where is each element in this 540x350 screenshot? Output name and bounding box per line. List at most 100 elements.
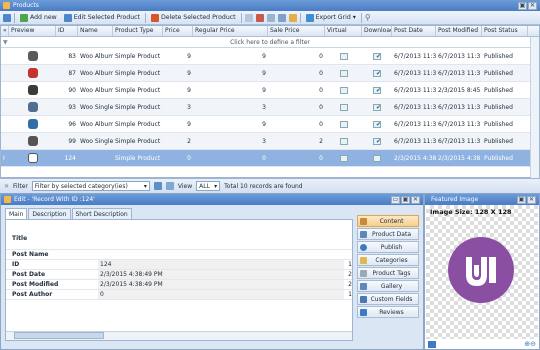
filter-hint: Click here to define a filter [230, 38, 310, 46]
post-author-value[interactable]: 0 [98, 290, 344, 299]
grid-vertical-scrollbar[interactable] [530, 37, 539, 178]
virtual-checkbox[interactable] [325, 86, 362, 94]
close-filter-icon[interactable]: ✕ [4, 183, 9, 190]
close-button[interactable]: ✕ [528, 1, 537, 10]
toolbar-separator [144, 12, 146, 23]
virtual-checkbox[interactable] [325, 137, 362, 145]
cell-post-status: Published [484, 120, 513, 128]
view-combo[interactable]: ALL ▾ [196, 181, 221, 191]
product-tags-section-button[interactable]: Product Tags [357, 267, 419, 279]
add-new-button[interactable]: Add new [18, 12, 59, 23]
col-regular-price[interactable]: Regular Price [193, 26, 268, 36]
grid-header: « Preview ID Name Product Type Price Reg… [1, 26, 539, 37]
clear-filter-icon[interactable] [165, 182, 174, 190]
featured-title: Featured Image [431, 196, 479, 203]
categories-section-button[interactable]: Categories [357, 254, 419, 266]
publish-section-button[interactable]: Publish [357, 241, 419, 253]
cell-price: 9 [187, 69, 191, 77]
checkbox-icon [373, 69, 381, 77]
cell-price: 3 [187, 103, 191, 111]
post-modified-value[interactable]: 2/3/2015 4:38:49 PM [98, 280, 344, 289]
virtual-checkbox[interactable] [325, 103, 362, 111]
downloadable-checkbox[interactable] [362, 103, 392, 111]
cell-post-date: 6/7/2013 11:3 [394, 103, 436, 111]
downloadable-checkbox[interactable] [362, 120, 392, 128]
edit-horizontal-scrollbar[interactable] [6, 331, 352, 340]
filter-icon[interactable] [277, 13, 286, 22]
product-data-section-button[interactable]: Product Data [357, 228, 419, 240]
virtual-checkbox[interactable] [325, 69, 362, 77]
col-preview[interactable]: Preview [9, 26, 56, 36]
table-row[interactable]: I 124 Simple Product 0 0 0 2/3/2015 4:38 2/3/20… [1, 150, 539, 167]
export-icon [305, 13, 314, 22]
col-id[interactable]: ID [56, 26, 78, 36]
pin-button[interactable]: ▭ [391, 195, 400, 204]
col-name[interactable]: Name [78, 26, 113, 36]
table-row[interactable]: 96 Woo AlbumSimple Product 9 9 0 6/7/2013 11:… [1, 116, 539, 133]
cell-name: Woo Single [80, 137, 113, 145]
reviews-section-button[interactable]: Reviews [357, 306, 419, 318]
apply-filter-icon[interactable] [153, 182, 162, 190]
custom-fields-section-button[interactable]: Custom Fields [357, 293, 419, 305]
content-section-button[interactable]: Content [357, 215, 419, 227]
cell-id: 83 [68, 52, 76, 60]
virtual-checkbox[interactable] [325, 52, 362, 60]
image-canvas[interactable]: Image Size: 128 X 128 [426, 205, 538, 339]
downloadable-checkbox[interactable] [362, 52, 392, 60]
filter-row[interactable]: ▼ Click here to define a filter [1, 37, 539, 48]
table-row[interactable]: 93 Woo SingleSimple Product 3 3 0 6/7/2013 11… [1, 99, 539, 116]
cell-sale-price: 0 [319, 154, 323, 162]
reviews-icon [360, 308, 367, 316]
view-value: ALL [199, 182, 210, 190]
restore-button[interactable]: ▣ [518, 1, 527, 10]
table-row[interactable]: 87 Woo AlbumSimple Product 9 9 0 6/7/2013 11:… [1, 65, 539, 82]
delete-selected-button[interactable]: Delete Selected Product [149, 12, 238, 23]
filter-add-icon[interactable] [255, 13, 264, 22]
table-row[interactable]: 90Woo AlbumSimple Product9906/7/2013 11:… [1, 82, 539, 99]
virtual-checkbox[interactable] [325, 154, 362, 162]
gallery-section-button[interactable]: Gallery [357, 280, 419, 292]
downloadable-checkbox[interactable] [362, 154, 392, 162]
close-button[interactable]: ✕ [411, 195, 420, 204]
downloadable-checkbox[interactable] [362, 137, 392, 145]
col-price[interactable]: Price [163, 26, 193, 36]
zoom-icon[interactable]: ⊕⊖ [524, 340, 536, 348]
checkbox-icon [373, 86, 381, 94]
search-icon[interactable]: ⚲ [365, 13, 371, 22]
col-sale-price[interactable]: Sale Price [268, 26, 325, 36]
header-indicator: « [1, 26, 9, 36]
checkbox-icon [373, 137, 381, 145]
category-filter-combo[interactable]: Filter by selected category(ies) ▾ [31, 181, 150, 191]
edit-selected-button[interactable]: Edit Selected Product [62, 12, 142, 23]
downloadable-checkbox[interactable] [362, 69, 392, 77]
field-label: Post Name [12, 251, 49, 258]
col-product-type[interactable]: Product Type [113, 26, 163, 36]
columns-icon[interactable] [244, 13, 253, 22]
refresh-icon[interactable] [3, 13, 11, 22]
downloadable-checkbox[interactable] [362, 86, 392, 94]
col-post-date[interactable]: Post Date [392, 26, 436, 36]
maximize-button[interactable]: ▣ [401, 195, 410, 204]
cell-regular-price: 9 [262, 69, 266, 77]
cell-post-status: Published [484, 52, 513, 60]
table-row[interactable]: 83 Woo AlbumSimple Product 9 9 0 6/7/2013 11:… [1, 48, 539, 65]
virtual-checkbox[interactable] [325, 120, 362, 128]
post-date-value[interactable]: 2/3/2015 4:38:49 PM [98, 270, 344, 279]
close-button[interactable]: ✕ [527, 195, 536, 204]
table-row[interactable]: 99 Woo SingleSimple Product 2 3 2 6/7/2013 11… [1, 133, 539, 150]
post-name-input[interactable] [98, 250, 352, 259]
title-input[interactable] [98, 234, 352, 243]
grid-icon[interactable] [266, 13, 275, 22]
col-post-status[interactable]: Post Status [482, 26, 528, 36]
col-post-modified[interactable]: Post Modified [436, 26, 482, 36]
edit-selected-label: Edit Selected Product [73, 14, 140, 21]
funnel-icon[interactable] [288, 13, 297, 22]
maximize-button[interactable]: ▣ [517, 195, 526, 204]
export-grid-button[interactable]: Export Grid ▾ [304, 12, 358, 23]
view-label: View [177, 182, 193, 190]
col-download[interactable]: Downloac [362, 26, 392, 36]
chevron-down-icon: ▾ [143, 182, 147, 190]
cell-regular-price: 3 [262, 103, 266, 111]
col-virtual[interactable]: Virtual [325, 26, 362, 36]
image-tool-icon[interactable] [428, 341, 436, 348]
